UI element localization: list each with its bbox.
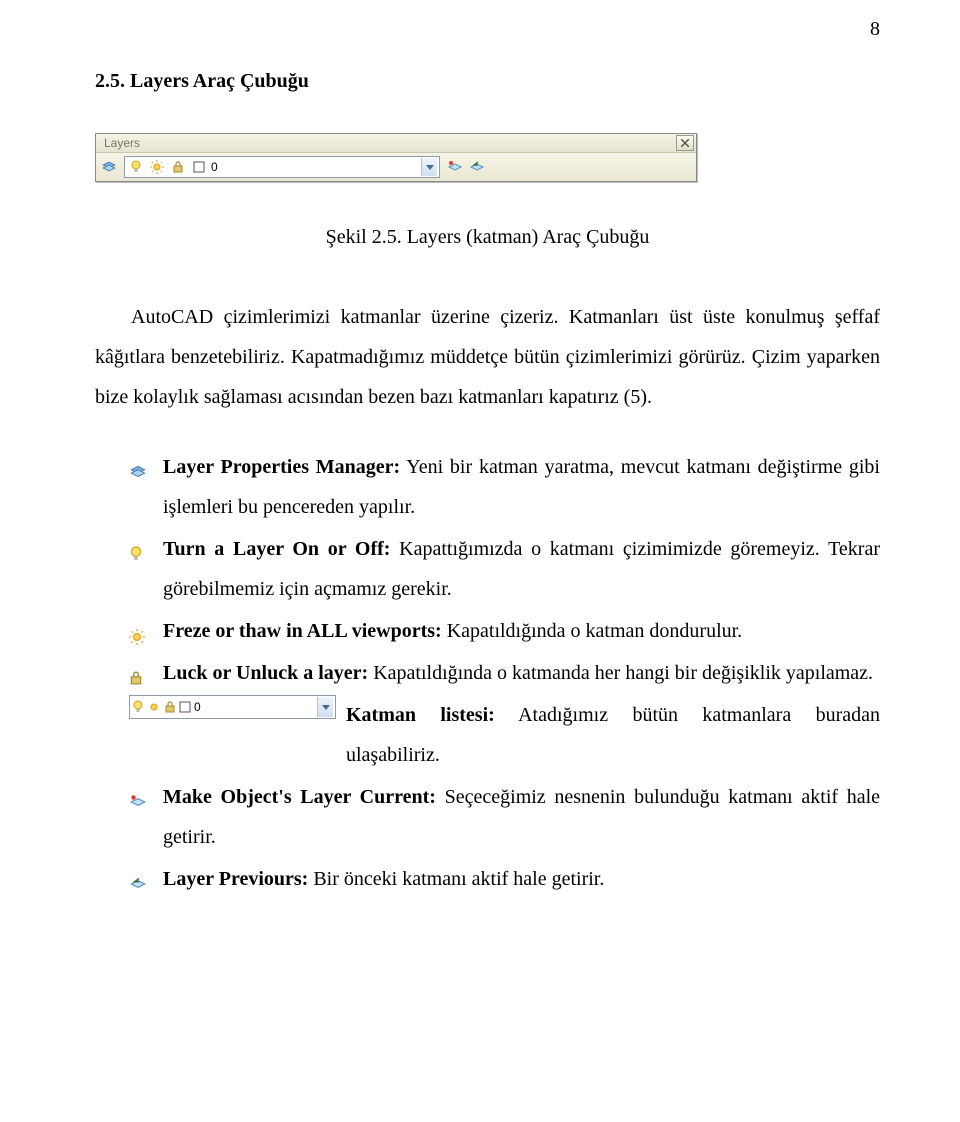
layer-previous-icon [129,867,151,889]
toolbar-titlebar: Layers [96,134,696,153]
color-swatch-icon [179,701,191,713]
sun-icon [129,619,151,641]
desc: Kapatıldığında o katman dondurulur. [442,620,743,642]
lock-icon [164,700,176,714]
chevron-down-icon[interactable] [317,697,333,717]
toolbar-title: Layers [98,136,140,150]
feature-list: Layer Properties Manager: Yeni bir katma… [95,447,880,899]
sun-icon [147,700,161,714]
color-swatch-icon [190,158,208,176]
toolbar-row: 0 [96,153,696,181]
layer-name: 0 [194,695,201,719]
desc: Kapatıldığında o katmanda her hangi bir … [368,662,873,684]
make-current-icon[interactable] [446,158,464,176]
desc: Bir önceki katmanı aktif hale getirir. [308,868,604,890]
page-number: 8 [870,18,880,41]
section-heading: 2.5. Layers Araç Çubuğu [95,70,880,93]
figure-caption: Şekil 2.5. Layers (katman) Araç Çubuğu [95,217,880,257]
lock-icon [169,158,187,176]
term: Layer Previours: [163,868,308,890]
bulb-icon [129,537,151,559]
close-icon[interactable] [676,135,694,151]
sun-icon [148,158,166,176]
chevron-down-icon[interactable] [421,158,437,176]
lock-icon [129,661,151,683]
layer-properties-icon [129,455,151,477]
layer-properties-icon[interactable] [100,158,118,176]
layer-name: 0 [211,160,218,174]
term: Layer Properties Manager: [163,456,400,478]
term: Katman listesi: [346,704,495,726]
list-item: Layer Properties Manager: Yeni bir katma… [129,447,880,527]
make-current-icon [129,785,151,807]
layer-previous-icon[interactable] [468,158,486,176]
bulb-icon [127,158,145,176]
term: Make Object's Layer Current: [163,786,436,808]
layer-dropdown-inline[interactable]: 0 [129,695,336,719]
list-item: Layer Previours: Bir önceki katmanı akti… [129,859,880,899]
list-item: Make Object's Layer Current: Seçeceğimiz… [129,777,880,857]
term: Freze or thaw in ALL viewports: [163,620,442,642]
intro-paragraph: AutoCAD çizimlerimizi katmanlar üzerine … [95,297,880,417]
list-item: Turn a Layer On or Off: Kapattığımızda o… [129,529,880,609]
bulb-icon [132,700,144,714]
term: Luck or Unluck a layer: [163,662,368,684]
list-item: Freze or thaw in ALL viewports: Kapatıld… [129,611,880,651]
layers-toolbar: Layers [95,133,697,182]
list-item: Luck or Unluck a layer: Kapatıldığında o… [129,653,880,693]
term: Turn a Layer On or Off: [163,538,390,560]
list-item: 0 Katman listesi: Atadığımız bütün katma… [129,695,880,775]
page: 8 2.5. Layers Araç Çubuğu Layers [0,0,960,941]
layer-dropdown[interactable]: 0 [124,156,440,178]
